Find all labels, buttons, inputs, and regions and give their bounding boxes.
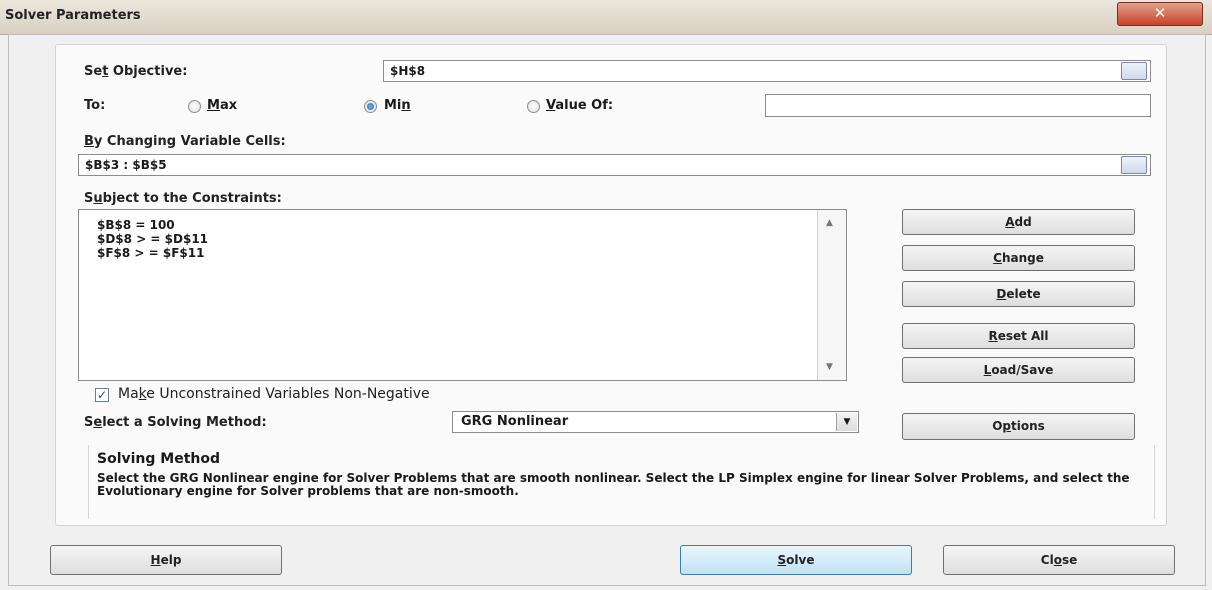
to-label: To: bbox=[84, 98, 106, 113]
solving-method-box: Solving Method Select the GRG Nonlinear … bbox=[88, 445, 1155, 519]
change-button[interactable]: Change bbox=[902, 245, 1135, 271]
range-selector-icon[interactable] bbox=[1121, 156, 1147, 174]
add-button[interactable]: Add bbox=[902, 209, 1135, 235]
constraints-scrollbar[interactable]: ▲ ▼ bbox=[817, 210, 846, 380]
close-icon: ✕ bbox=[1153, 4, 1167, 22]
max-label: Max bbox=[207, 98, 238, 113]
objective-value: $H$8 bbox=[390, 64, 426, 78]
checkmark-icon: ✓ bbox=[96, 388, 108, 402]
constraint-item[interactable]: $D$8 > = $D$11 bbox=[97, 232, 208, 246]
max-radio[interactable] bbox=[188, 100, 201, 113]
constraint-item[interactable]: $B$8 = 100 bbox=[97, 218, 175, 232]
solving-method-label: Select a Solving Method: bbox=[84, 415, 267, 430]
window-title: Solver Parameters bbox=[5, 8, 141, 23]
options-button[interactable]: Options bbox=[902, 413, 1135, 440]
min-label: Min bbox=[384, 98, 411, 113]
changing-cells-value: $B$3 : $B$5 bbox=[85, 158, 167, 172]
reset-all-button[interactable]: Reset All bbox=[902, 323, 1135, 349]
scroll-up-icon[interactable]: ▲ bbox=[826, 218, 833, 228]
non-negative-label: Make Unconstrained Variables Non-Negativ… bbox=[118, 386, 430, 402]
constraints-label: Subject to the Constraints: bbox=[84, 191, 282, 206]
range-selector-icon[interactable] bbox=[1121, 62, 1147, 80]
solve-button[interactable]: Solve bbox=[680, 545, 912, 575]
changing-cells-input[interactable]: $B$3 : $B$5 bbox=[78, 154, 1151, 176]
chevron-down-icon[interactable]: ▼ bbox=[836, 413, 857, 431]
help-button[interactable]: Help bbox=[50, 545, 282, 575]
title-bar: Solver Parameters ✕ bbox=[0, 0, 1212, 35]
solving-method-select[interactable]: GRG Nonlinear ▼ bbox=[452, 411, 859, 433]
solving-method-value: GRG Nonlinear bbox=[461, 414, 569, 429]
close-window-button[interactable]: ✕ bbox=[1117, 2, 1203, 26]
close-button[interactable]: Close bbox=[943, 545, 1175, 575]
solving-method-title: Solving Method bbox=[97, 451, 221, 467]
set-objective-label: Set Objective: bbox=[84, 64, 188, 79]
non-negative-checkbox[interactable]: ✓ bbox=[95, 388, 109, 402]
delete-button[interactable]: Delete bbox=[902, 281, 1135, 307]
value-of-label: Value Of: bbox=[546, 98, 614, 113]
objective-input[interactable]: $H$8 bbox=[383, 60, 1151, 82]
changing-cells-label: By Changing Variable Cells: bbox=[84, 134, 286, 149]
value-of-radio[interactable] bbox=[527, 100, 540, 113]
value-of-input[interactable] bbox=[765, 94, 1151, 117]
load-save-button[interactable]: Load/Save bbox=[902, 357, 1135, 383]
min-radio[interactable] bbox=[364, 100, 377, 113]
constraint-item[interactable]: $F$8 > = $F$11 bbox=[97, 246, 204, 260]
constraints-list[interactable]: $B$8 = 100 $D$8 > = $D$11 $F$8 > = $F$11… bbox=[78, 209, 847, 381]
scroll-down-icon[interactable]: ▼ bbox=[826, 362, 833, 372]
solving-method-description: Select the GRG Nonlinear engine for Solv… bbox=[97, 471, 1130, 498]
